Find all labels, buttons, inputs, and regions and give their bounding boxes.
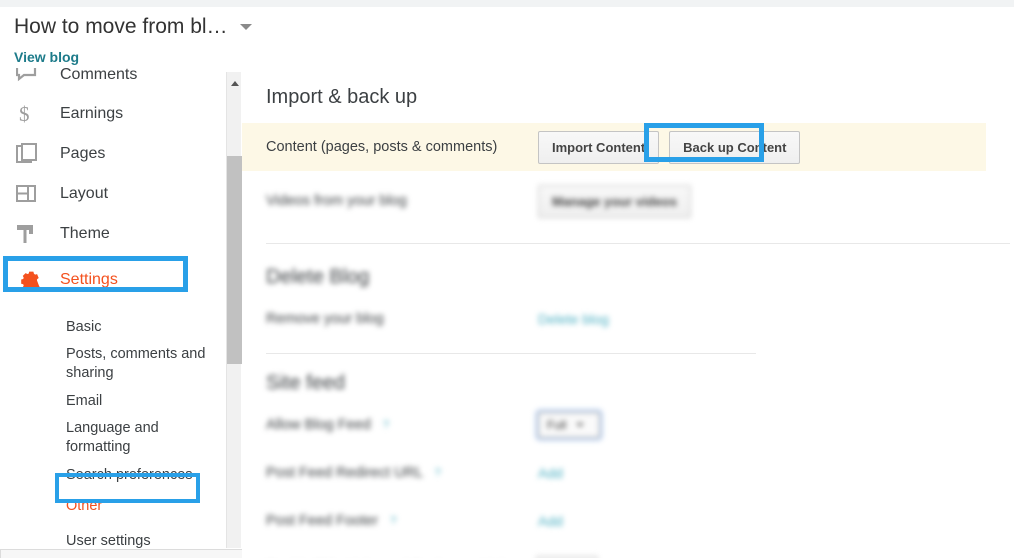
sidebar-item-label: Layout: [60, 185, 109, 202]
back-up-content-button[interactable]: Back up Content: [669, 130, 801, 164]
row-enable-title-links: Enable Title Links and Enclosure Links ?…: [242, 545, 1014, 558]
add-link[interactable]: Add: [538, 465, 563, 481]
delete-blog-link[interactable]: Delete blog: [538, 311, 609, 327]
row-control-post-feed-footer: Add: [538, 513, 563, 529]
layout-icon: [16, 182, 44, 206]
dollar-icon: $: [16, 102, 44, 126]
row-label-content: Content (pages, posts & comments): [266, 139, 498, 155]
comment-icon: [16, 68, 44, 84]
row-allow-blog-feed: Allow Blog Feed ? Full: [242, 401, 1014, 449]
blog-header: How to move from bl… View blog: [14, 14, 252, 65]
sidebar-item-layout[interactable]: Layout: [0, 174, 226, 214]
pages-icon: [16, 142, 44, 166]
svg-text:$: $: [19, 102, 30, 126]
row-content: Content (pages, posts & comments) Import…: [242, 123, 986, 171]
row-remove-blog: Remove your blog Delete blog: [242, 295, 1014, 343]
chevron-down-icon[interactable]: [239, 24, 252, 30]
main-content: Import & back up Content (pages, posts &…: [242, 68, 1014, 558]
row-label-remove-blog: Remove your blog: [266, 311, 384, 327]
sidebar-item-label: Settings: [60, 271, 118, 288]
sidebar-subitem-label: Language and formatting: [66, 420, 159, 455]
sidebar-scrollbar[interactable]: [226, 72, 242, 548]
chevron-down-icon: [576, 423, 585, 427]
sidebar-subitem-label: Email: [66, 392, 103, 409]
row-control-post-feed-redirect-url: Add: [538, 465, 563, 481]
sidebar-item-comments[interactable]: Comments: [0, 68, 226, 84]
row-label-allow-blog-feed: Allow Blog Feed ?: [266, 417, 538, 433]
row-post-feed-redirect-url: Post Feed Redirect URL ? Add: [242, 449, 1014, 497]
manage-your-videos-button[interactable]: Manage your videos: [538, 184, 691, 218]
paint-roller-icon: [16, 222, 44, 246]
sidebar-item-label: Earnings: [60, 105, 124, 122]
add-link[interactable]: Add: [538, 513, 563, 529]
blog-title-row[interactable]: How to move from bl…: [14, 14, 252, 40]
import-content-button[interactable]: Import Content: [538, 130, 660, 164]
sidebar-subitem-label: Search preferences: [66, 466, 193, 483]
sidebar-subitem-language-and-formatting[interactable]: Language and formatting: [0, 416, 226, 460]
browser-chrome-strip: [0, 0, 1014, 7]
row-control-content: Import Content Back up Content: [538, 130, 801, 164]
sidebar-item-label: Theme: [60, 225, 110, 242]
sidebar-subitem-label: User settings: [66, 532, 151, 549]
sidebar-subitem-label: Basic: [66, 318, 102, 335]
scrollbar-thumb[interactable]: [227, 156, 242, 364]
help-icon[interactable]: ?: [435, 467, 441, 479]
browser-page: How to move from bl… View blog Comments …: [0, 0, 1014, 558]
row-label-text: Post Feed Redirect URL: [266, 465, 423, 481]
help-icon[interactable]: ?: [383, 419, 389, 431]
row-label-text: Post Feed Footer: [266, 513, 379, 529]
divider: [266, 243, 1010, 244]
sidebar-subitem-user-settings[interactable]: User settings: [0, 526, 226, 549]
row-label-videos: Videos from your blog: [266, 193, 407, 209]
row-videos: Videos from your blog Manage your videos: [242, 177, 1014, 225]
allow-blog-feed-select[interactable]: Full: [535, 409, 603, 441]
help-icon[interactable]: ?: [390, 515, 396, 527]
page-title: How to move from bl…: [14, 15, 228, 38]
row-label-post-feed-redirect-url: Post Feed Redirect URL ?: [266, 465, 538, 481]
section-title-delete-blog: Delete Blog: [266, 266, 370, 288]
row-label-post-feed-footer: Post Feed Footer ?: [266, 513, 538, 529]
section-title-site-feed: Site feed: [266, 372, 345, 394]
section-title-import-backup: Import & back up: [266, 86, 418, 108]
row-control-remove-blog: Delete blog: [538, 311, 609, 327]
sidebar-item-earnings[interactable]: $ Earnings: [0, 94, 226, 134]
sidebar-subitem-label: Posts, comments and sharing: [66, 346, 206, 381]
row-control-videos: Manage your videos: [538, 184, 691, 218]
sidebar-subitem-search-preferences[interactable]: Search preferences: [0, 460, 226, 490]
row-label-text: Allow Blog Feed: [266, 417, 371, 433]
sidebar-item-theme[interactable]: Theme: [0, 214, 226, 254]
sidebar-subitem-email[interactable]: Email: [0, 386, 226, 416]
sidebar-item-settings[interactable]: Settings: [0, 260, 226, 300]
sidebar-item-label: Comments: [60, 68, 138, 83]
sidebar-item-pages[interactable]: Pages: [0, 134, 226, 174]
select-value: Full: [547, 418, 567, 432]
chevron-up-icon[interactable]: [227, 76, 242, 91]
sidebar-subitem-basic[interactable]: Basic: [0, 312, 226, 342]
sidebar-nav: Comments $ Earnings Pages Layout Theme S…: [0, 68, 226, 548]
sidebar-subitem-posts-comments-sharing[interactable]: Posts, comments and sharing: [0, 342, 226, 386]
sidebar-item-label: Pages: [60, 145, 106, 162]
sidebar-subitem-label: Other: [66, 497, 103, 514]
gear-icon: [16, 268, 44, 292]
view-blog-link[interactable]: View blog: [14, 49, 244, 65]
divider: [266, 353, 756, 354]
row-post-feed-footer: Post Feed Footer ? Add: [242, 497, 1014, 545]
row-control-allow-blog-feed: Full: [535, 409, 603, 441]
sidebar-subitem-other[interactable]: Other: [0, 490, 226, 522]
